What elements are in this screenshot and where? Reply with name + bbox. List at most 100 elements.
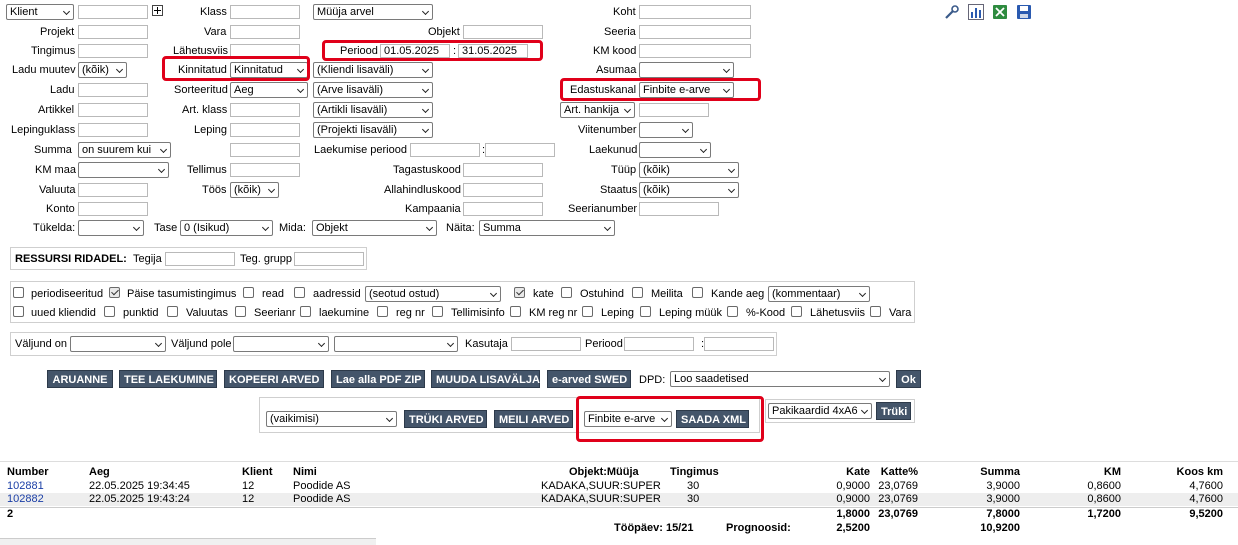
periodiseeritud-checkbox[interactable]	[13, 287, 24, 298]
col-nimi[interactable]: Nimi	[293, 465, 317, 479]
col-tingimus[interactable]: Tingimus	[670, 465, 719, 479]
reg-nr-checkbox[interactable]	[377, 306, 388, 317]
meili-arved-button[interactable]: MEILI ARVED	[494, 410, 573, 428]
aadressid-checkbox[interactable]	[294, 287, 305, 298]
art-hankija-input[interactable]	[639, 103, 709, 117]
valuuta-input[interactable]	[78, 183, 148, 197]
tee-laekumine-button[interactable]: TEE LAEKUMINE	[119, 370, 217, 388]
laekumise-from-input[interactable]	[410, 143, 480, 157]
tingimus-input[interactable]	[78, 44, 148, 58]
valjund-on-select[interactable]	[70, 336, 166, 352]
col-km[interactable]: KM	[1060, 465, 1121, 479]
seeria-input[interactable]	[639, 25, 751, 39]
col-koos-km[interactable]: Koos km	[1160, 465, 1223, 479]
tuup-select[interactable]: (kõik)	[639, 162, 739, 178]
konto-input[interactable]	[78, 202, 148, 216]
save-icon[interactable]	[1016, 4, 1032, 20]
uued-kliendid-checkbox[interactable]	[13, 306, 24, 317]
summa-input[interactable]	[230, 143, 300, 157]
truki-button[interactable]: Trüki	[876, 402, 911, 420]
valuutas-checkbox[interactable]	[167, 306, 178, 317]
leping-input[interactable]	[230, 123, 300, 137]
kliendi-lisavali-select[interactable]: (Kliendi lisaväli)	[313, 62, 433, 78]
read-checkbox[interactable]	[243, 287, 254, 298]
meilita-checkbox[interactable]	[632, 287, 643, 298]
output-periood-from[interactable]	[624, 337, 694, 351]
excel-icon[interactable]	[992, 4, 1008, 20]
valjund-extra-select[interactable]	[334, 336, 458, 352]
klient-select[interactable]: Klient	[6, 4, 74, 20]
tegija-input[interactable]	[165, 252, 235, 266]
vaikimisi-select[interactable]: (vaikimisi)	[266, 411, 397, 427]
viitenumber-select[interactable]	[639, 122, 693, 138]
laekumine-checkbox[interactable]	[300, 306, 311, 317]
staatus-select[interactable]: (kõik)	[639, 182, 739, 198]
tagastuskood-input[interactable]	[463, 163, 543, 177]
projekti-lisavali-select[interactable]: (Projekti lisaväli)	[313, 122, 433, 138]
klient-input[interactable]	[78, 5, 148, 19]
leping-muuk-checkbox[interactable]	[640, 306, 651, 317]
dpd-select[interactable]: Loo saadetised	[670, 371, 890, 387]
tase-select[interactable]: 0 (Isikud)	[180, 220, 273, 236]
laekunud-select[interactable]	[639, 142, 711, 158]
asumaa-select[interactable]	[639, 62, 734, 78]
punktid-checkbox[interactable]	[104, 306, 115, 317]
chart-icon[interactable]	[968, 4, 984, 20]
ok-button[interactable]: Ok	[896, 370, 921, 388]
kate-checkbox[interactable]	[514, 287, 525, 298]
art-hankija-select[interactable]: Art. hankija	[560, 102, 635, 118]
e-arved-swed-button[interactable]: e-arved SWED	[547, 370, 631, 388]
tellimisinfo-checkbox[interactable]	[432, 306, 443, 317]
col-number[interactable]: Number	[7, 465, 49, 479]
vara-input[interactable]	[230, 25, 300, 39]
seerianr-checkbox[interactable]	[235, 306, 246, 317]
col-katte-pct[interactable]: Katte%	[870, 465, 918, 479]
finbite-send-select[interactable]: Finbite e-arve	[584, 411, 672, 427]
lahetusviis-input[interactable]	[230, 44, 300, 58]
klass-select[interactable]: Müüja arvel	[313, 4, 433, 20]
periood-from-input[interactable]: 01.05.2025	[380, 44, 450, 58]
art-klass-input[interactable]	[230, 103, 300, 117]
kasutaja-input[interactable]	[511, 337, 581, 351]
col-summa[interactable]: Summa	[960, 465, 1020, 479]
seerianumber-input[interactable]	[639, 202, 719, 216]
tellimus-input[interactable]	[230, 163, 300, 177]
kood-checkbox[interactable]	[727, 306, 738, 317]
pakikaardid-select[interactable]: Pakikaardid 4xA6	[768, 403, 872, 419]
lepinguklass-input[interactable]	[78, 123, 148, 137]
laekumise-to-input[interactable]	[485, 143, 555, 157]
projekt-input[interactable]	[78, 25, 148, 39]
naita-select[interactable]: Summa	[479, 220, 615, 236]
ostuhind-checkbox[interactable]	[561, 287, 572, 298]
ladu-muutev-select[interactable]: (kõik)	[78, 62, 127, 78]
sorteeritud-select[interactable]: Aeg	[230, 82, 308, 98]
koht-input[interactable]	[639, 5, 751, 19]
allahindluskood-input[interactable]	[463, 183, 543, 197]
paise-checkbox[interactable]	[109, 287, 120, 298]
summa-select[interactable]: on suurem kui	[78, 142, 171, 158]
invoice-number-link[interactable]: 102881	[7, 480, 44, 493]
aruanne-button[interactable]: ARUANNE	[47, 370, 113, 388]
artikkel-input[interactable]	[78, 103, 148, 117]
km-maa-select[interactable]	[78, 162, 169, 178]
wrench-icon[interactable]	[944, 4, 960, 20]
teg-grupp-input[interactable]	[294, 252, 364, 266]
kande-aeg-checkbox[interactable]	[692, 287, 703, 298]
kinnitatud-select[interactable]: Kinnitatud	[230, 62, 308, 78]
add-icon[interactable]	[152, 5, 163, 16]
muuda-lisavalja-button[interactable]: MUUDA LISAVÄLJA	[431, 370, 540, 388]
tukelda-select[interactable]	[78, 220, 144, 236]
mida-select[interactable]: Objekt	[312, 220, 437, 236]
klass-input[interactable]	[230, 5, 300, 19]
kampaania-input[interactable]	[463, 202, 543, 216]
km-reg-nr-checkbox[interactable]	[510, 306, 521, 317]
seotud-ostud-select[interactable]: (seotud ostud)	[365, 286, 501, 302]
valjund-pole-select[interactable]	[233, 336, 329, 352]
objekt-input[interactable]	[463, 25, 543, 39]
toos-select[interactable]: (kõik)	[230, 182, 279, 198]
arve-lisavali-select[interactable]: (Arve lisaväli)	[313, 82, 433, 98]
ladu-input[interactable]	[78, 83, 148, 97]
kopeeri-arved-button[interactable]: KOPEERI ARVED	[224, 370, 324, 388]
invoice-number-link[interactable]: 102882	[7, 493, 44, 506]
lae-alla-pdf-zip-button[interactable]: Lae alla PDF ZIP	[331, 370, 425, 388]
